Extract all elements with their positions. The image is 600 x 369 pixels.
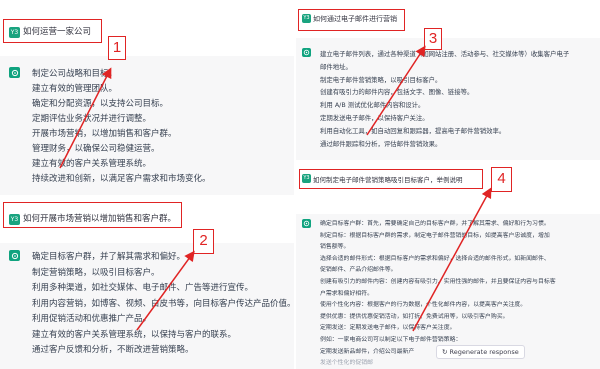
regenerate-label: Regenerate response xyxy=(449,348,519,356)
chatgpt-logo-icon xyxy=(9,250,20,261)
answer-line: 建立有效的客户关系管理系统，以保持与客户的联系。 xyxy=(32,329,237,340)
answer-line: 利用自动化工具，如自动回复和跟踪器，提高电子邮件营销效率。 xyxy=(320,126,506,135)
answer-line: 选择合适的邮件形式：根据目标客户的需求和偏好，选择合适的邮件形式，如新闻邮件、 xyxy=(320,255,550,262)
answer-line: 定期发送电子邮件，以保持客户关注。 xyxy=(320,113,429,122)
answer-line: 利用促销活动和优惠推广产品。 xyxy=(32,314,152,324)
answer-line: 确定和分配资源，以支持公司目标。 xyxy=(32,99,169,109)
answer-line: 制定公司战略和目标。 xyxy=(32,69,118,79)
answer-list: 确定目标客户群，并了解其需求和偏好。 制定营销策略，以吸引目标客户。 利用多种渠… xyxy=(32,250,294,359)
chatgpt-logo-icon xyxy=(9,67,20,78)
answer-line: 定期发送：定期发送电子邮件，以保持客户关注度。 xyxy=(320,325,456,332)
answer-line: 确定目标客户群：首先，需要确定自己的目标客户群，并了解其需求、偏好和行为习惯。 xyxy=(320,221,550,227)
marker-1: 1 xyxy=(108,36,126,60)
answer-line: 创建有吸引力的邮件内容，包括文字、图像、链接等。 xyxy=(320,88,474,97)
answer-line: 制定目标：根据目标客户群的需求，制定电子邮件营销的目标，如提高客户忠诚度，增加 xyxy=(320,232,550,239)
highlight-box-3 xyxy=(298,9,405,31)
answer-line: 创建有吸引力的邮件内容：创建内容有吸引力、实用性强的邮件，并且要保证内容与目标客 xyxy=(320,278,556,285)
answer-line: 使用个性化内容：根据客户的行为数据，个性化邮件内容，以提高客户关注度。 xyxy=(320,302,527,309)
answer-line: 促销邮件、产品介绍邮件等。 xyxy=(320,267,397,274)
highlight-box-2 xyxy=(3,202,182,228)
answer-line: 提供优惠：提供优惠促销活动，如打折、免费试用等，以吸引客户购买。 xyxy=(320,313,509,320)
answer-line: 销售额等。 xyxy=(320,244,350,251)
answer-line: 制定营销策略，以吸引目标客户。 xyxy=(32,267,160,278)
chatgpt-logo-icon xyxy=(302,219,311,228)
answer-line: 建立有效的管理团队。 xyxy=(32,84,118,94)
highlight-box-1 xyxy=(3,19,102,43)
chatgpt-logo-icon xyxy=(302,48,311,57)
answer-line: 通过邮件跟踪和分析，评估邮件营销效果。 xyxy=(320,139,442,148)
answer-line: 利用 A/B 测试优化邮件内容和设计。 xyxy=(320,101,425,110)
answer-line: 管理财务，以确保公司稳健运营。 xyxy=(32,144,160,154)
answer-area: 制定公司战略和目标。 建立有效的管理团队。 确定和分配资源，以支持公司目标。 定… xyxy=(0,56,294,195)
answer-line: 通过客户反馈和分析，不断改进营销策略。 xyxy=(32,345,194,355)
answer-line: 制定电子邮件营销策略，以吸引目标客户。 xyxy=(320,75,442,84)
chat-panel-4: Y3 如何制定电子邮件营销策略吸引目标客户，举例说明 确定目标客户群：首先，需要… xyxy=(296,164,600,369)
regenerate-response-button[interactable]: ↻ Regenerate response xyxy=(436,345,525,359)
answer-line: 发送个性化的促销邮 xyxy=(320,360,374,367)
marker-2: 2 xyxy=(193,229,214,254)
answer-list: 制定公司战略和目标。 建立有效的管理团队。 确定和分配资源，以支持公司目标。 定… xyxy=(32,67,211,187)
answer-line: 户需求和偏好相符。 xyxy=(320,290,374,297)
answer-line: 建立有效的客户关系管理系统。 xyxy=(32,159,152,169)
marker-3: 3 xyxy=(424,28,442,50)
answer-line: 定期评估业务状况并进行调整。 xyxy=(32,114,152,124)
answer-line: 邮件地址。 xyxy=(320,62,352,71)
marker-4: 4 xyxy=(491,167,512,192)
answer-line: 确定目标客户群，并了解其需求和偏好。 xyxy=(32,252,186,262)
answer-line: 利用内容营销，如博客、视频、白皮书等，向目标客户传达产品价值。 xyxy=(32,298,294,309)
refresh-icon: ↻ xyxy=(442,348,448,356)
answer-area: 确定目标客户群，并了解其需求和偏好。 制定营销策略，以吸引目标客户。 利用多种渠… xyxy=(0,243,294,369)
answer-line: 持续改进和创新，以满足客户需求和市场变化。 xyxy=(32,174,211,184)
answer-line: 开展市场营销，以增加销售和客户群。 xyxy=(32,129,177,139)
answer-list: 建立电子邮件列表，通过各种渠道（如网站注册、活动参与、社交媒体等）收集客户电子 … xyxy=(320,48,569,150)
answer-area: 建立电子邮件列表，通过各种渠道（如网站注册、活动参与、社交媒体等）收集客户电子 … xyxy=(296,38,600,160)
answer-line: 建立电子邮件列表，通过各种渠道（如网站注册、活动参与、社交媒体等）收集客户电子 xyxy=(320,50,570,58)
answer-line: 利用多种渠道，如社交媒体、电子邮件、广告等进行宣传。 xyxy=(32,283,254,293)
highlight-box-4 xyxy=(299,169,483,189)
